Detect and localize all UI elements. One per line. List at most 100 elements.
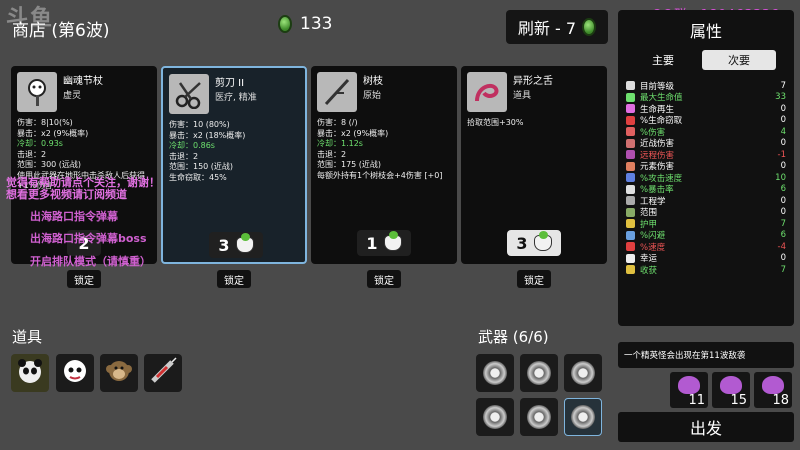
stat-label: 近战伤害 [640, 139, 675, 150]
item-slot-syringe[interactable] [144, 354, 182, 392]
stat-value: 0 [780, 103, 786, 114]
card-name: 树枝 [363, 76, 383, 87]
ghost-icon [60, 356, 90, 390]
stat-line: 范围：175 (近战) [317, 160, 382, 169]
stat-list: 目前等级 7 最大生命值 33 生命再生 0 %生命窃取 0 %伤害 4 近战伤害 0 远程伤害 -1 元素… [626, 80, 786, 276]
shop-card-scissors[interactable]: 剪刀 II 医疗, 精准 伤害：10 (80%) 暴击：x2 (18%概率) 冷… [161, 66, 307, 264]
stat-label: 生命再生 [640, 104, 675, 115]
skull-icon [678, 376, 700, 394]
stat-value: 0 [780, 195, 786, 206]
stat-icon [626, 81, 635, 91]
shop-card-alien-tongue[interactable]: 异形之舌 道具 拾取范围+30% 3 [461, 66, 607, 264]
card-stats: 拾取范围+30% [467, 118, 603, 129]
stat-icon [626, 150, 635, 160]
stat-value: 0 [780, 253, 786, 264]
stat-row: 生命再生 0 [626, 103, 786, 115]
card-stats: 伤害：8 (/) 暴击：x2 (9%概率) 冷却：1.12s 击退：2 范围：1… [317, 118, 453, 181]
refresh-label: 刷新 - 7 [517, 19, 577, 38]
wave-number: 15 [730, 393, 747, 408]
stat-line: 暴击：x2 (18%概率) [169, 130, 246, 140]
stream-overlay-line: 出海路口指令弹幕boss [30, 232, 147, 245]
stat-line: 击退：2 [317, 149, 347, 159]
card-category: 医疗, 精准 [215, 93, 257, 103]
stat-icon [626, 207, 635, 217]
weapons-title: 武器 (6/6) [478, 328, 549, 346]
stat-line: 每额外持有1个树枝会+4伤害 [+0] [317, 170, 443, 180]
stat-value: 0 [780, 207, 786, 218]
price-value: 3 [218, 235, 230, 255]
elite-wave-notice: 一个精英怪会出现在第11波敌袭 [618, 342, 794, 368]
stat-value: 7 [780, 80, 786, 91]
stat-label: %闪避 [640, 231, 666, 242]
danger-wave: 11 [670, 372, 708, 408]
skull-icon [720, 376, 742, 394]
disc-weapon-icon [571, 405, 595, 429]
weapon-slot[interactable] [564, 398, 602, 436]
stat-icon [626, 230, 635, 240]
price-button[interactable]: 3 [209, 232, 263, 258]
stat-line: 伤害：10 (80%) [169, 120, 230, 129]
stat-icon [626, 104, 635, 114]
stat-value: -1 [777, 149, 786, 160]
attributes-panel: 属性 主要 次要 目前等级 7 最大生命值 33 生命再生 0 %生命窃取 0 %伤害 4 近战伤害… [618, 10, 794, 326]
stat-icon [626, 253, 635, 263]
scissors-icon [169, 74, 209, 114]
stat-row: 范围 0 [626, 207, 786, 219]
stat-line: 击退：2 [17, 149, 47, 159]
card-category: 道具 [513, 91, 532, 101]
lock-button[interactable]: 锁定 [217, 270, 251, 288]
lock-button[interactable]: 锁定 [517, 270, 551, 288]
lock-button[interactable]: 锁定 [67, 270, 101, 288]
stat-row: 最大生命值 33 [626, 92, 786, 104]
shop-card-branch[interactable]: 树枝 原始 伤害：8 (/) 暴击：x2 (9%概率) 冷却：1.12s 击退：… [311, 66, 457, 264]
stat-icon [626, 196, 635, 206]
weapon-slot[interactable] [564, 354, 602, 392]
stat-line: 暴击：x2 (9%概率) [17, 128, 89, 138]
refresh-button[interactable]: 刷新 - 7 [506, 10, 608, 44]
stat-icon [626, 92, 635, 102]
ghost-scepter-icon [17, 72, 57, 112]
buy-hand-icon [383, 231, 402, 251]
panda-icon [15, 356, 45, 390]
weapon-slot[interactable] [476, 354, 514, 392]
stat-line: 冷却：0.86s [169, 141, 215, 150]
item-slot-panda[interactable] [11, 354, 49, 392]
item-slot-ghost[interactable] [56, 354, 94, 392]
stat-value: 6 [780, 184, 786, 195]
stat-value: -4 [777, 241, 786, 252]
items-title: 道具 [12, 328, 43, 346]
price-button[interactable]: 3 [507, 230, 561, 256]
stat-icon [626, 219, 635, 229]
card-category: 虚灵 [63, 91, 82, 101]
currency-amount: 133 [300, 14, 333, 34]
weapon-slot[interactable] [520, 398, 558, 436]
stat-icon [626, 127, 635, 137]
danger-wave: 18 [754, 372, 792, 408]
weapon-slot[interactable] [520, 354, 558, 392]
lock-button[interactable]: 锁定 [367, 270, 401, 288]
material-gem-icon [278, 15, 292, 33]
tab-secondary[interactable]: 次要 [702, 50, 776, 70]
price-button[interactable]: 1 [357, 230, 411, 256]
price-value: 1 [366, 233, 378, 253]
stat-value: 7 [780, 218, 786, 229]
item-slot-monkey[interactable] [100, 354, 138, 392]
monkey-icon [104, 356, 134, 390]
syringe-icon [148, 356, 178, 390]
tab-main[interactable]: 主要 [626, 50, 700, 70]
stat-label: 范围 [640, 208, 658, 219]
stat-label: 最大生命值 [640, 93, 683, 104]
weapon-slot[interactable] [476, 398, 514, 436]
stat-value: 0 [780, 115, 786, 126]
depart-button[interactable]: 出发 [618, 412, 794, 442]
stat-row: 元素伤害 0 [626, 161, 786, 172]
stat-icon [626, 184, 635, 194]
stat-line: 范围：300 (远战) [17, 160, 82, 169]
danger-wave: 15 [712, 372, 750, 408]
card-name: 剪刀 II [215, 78, 245, 89]
stat-row: 工程学 0 [626, 195, 786, 207]
stat-line: 生命窃取：45% [169, 172, 227, 182]
stat-value: 4 [780, 126, 786, 137]
stat-row: %生命窃取 0 [626, 115, 786, 126]
stat-value: 6 [780, 230, 786, 241]
